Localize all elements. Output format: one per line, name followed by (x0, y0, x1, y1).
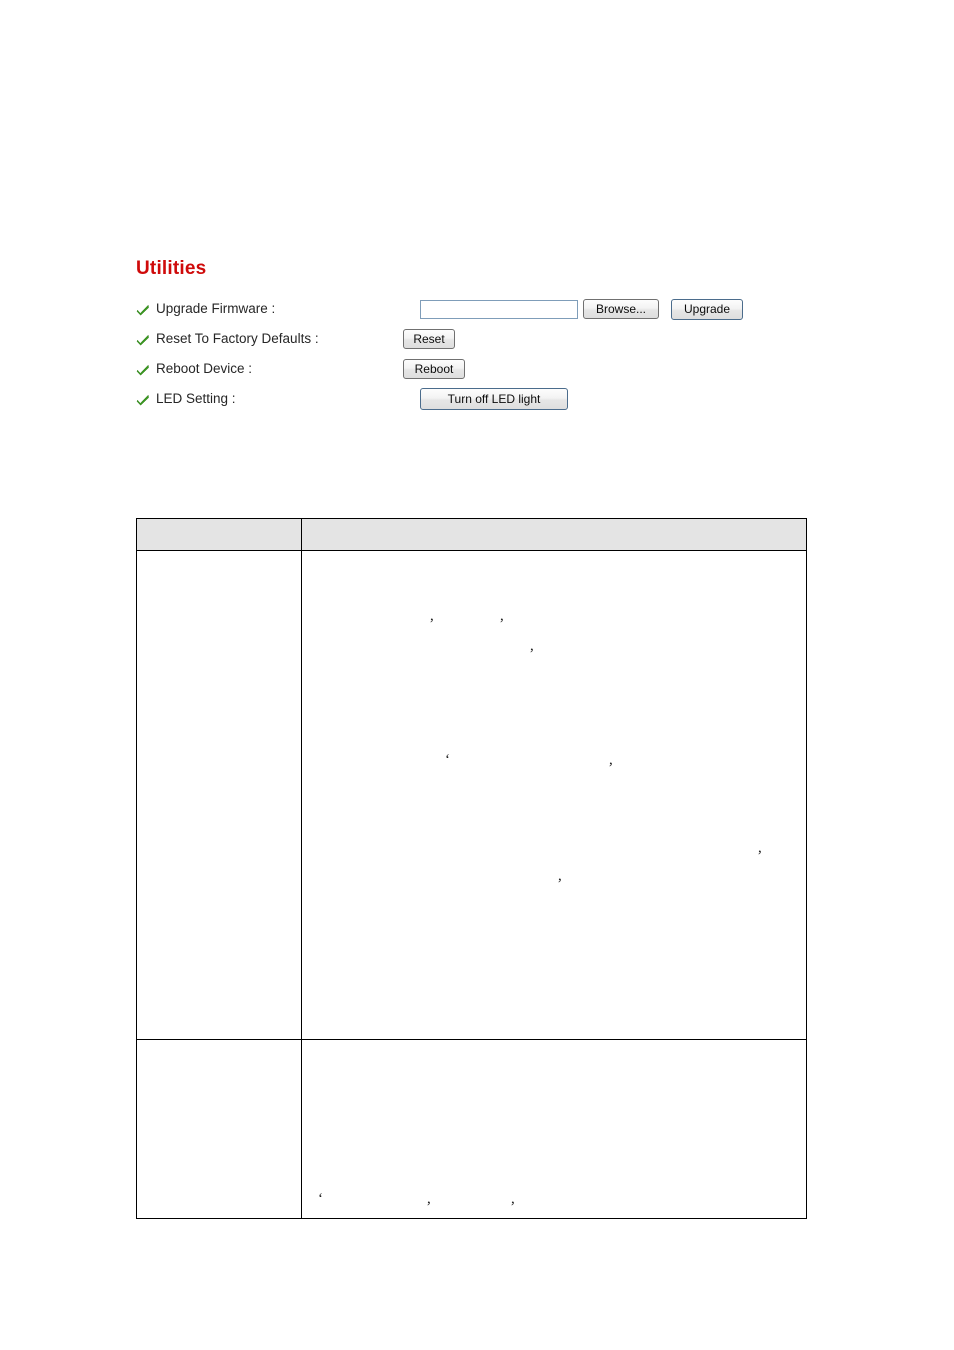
table-cell-description: ,,, ‘,,, (301, 550, 807, 1040)
table-cell-term (136, 1039, 302, 1219)
table-cell-term (136, 550, 302, 1040)
document-page: Utilities Upgrade Firmware : Browse... U… (0, 0, 954, 1350)
upgrade-button[interactable]: Upgrade (671, 298, 743, 320)
stray-punctuation-mark: , (427, 1191, 431, 1207)
browse-button[interactable]: Browse... (583, 299, 659, 319)
green-check-icon (136, 393, 150, 407)
setting-label-reboot-device: Reboot Device : (156, 361, 253, 376)
table-header-term (136, 518, 302, 551)
green-check-icon (136, 333, 150, 347)
reset-controls: Reset (403, 329, 455, 349)
setting-label-upgrade-firmware: Upgrade Firmware : (156, 301, 276, 316)
reboot-button[interactable]: Reboot (403, 359, 465, 379)
green-check-icon (136, 303, 150, 317)
setting-row-upgrade-firmware: Upgrade Firmware : Browse... Upgrade (136, 294, 816, 324)
reboot-controls: Reboot (403, 359, 465, 379)
setting-row-led-setting: LED Setting : Turn off LED light (136, 384, 816, 414)
table-row: ‘,, (136, 1039, 807, 1219)
page-title: Utilities (136, 258, 207, 279)
table-row: ,,, ‘,,, (136, 550, 807, 1040)
table-cell-description: ‘,, (301, 1039, 807, 1219)
utilities-panel: Utilities Upgrade Firmware : Browse... U… (136, 258, 816, 414)
led-controls: Turn off LED light (420, 388, 568, 410)
upgrade-firmware-controls: Browse... Upgrade (420, 298, 743, 320)
stray-punctuation-mark: , (511, 1191, 515, 1207)
stray-punctuation-mark: , (530, 638, 534, 654)
stray-punctuation-mark: , (430, 608, 434, 624)
green-check-icon (136, 363, 150, 377)
description-table: ,,, ‘,,, ‘,, (136, 518, 807, 1219)
stray-punctuation-mark: ‘ (445, 752, 450, 768)
setting-label-reset-factory-defaults: Reset To Factory Defaults : (156, 331, 319, 346)
stray-punctuation-mark: , (609, 752, 613, 768)
turn-off-led-light-button[interactable]: Turn off LED light (420, 388, 568, 410)
firmware-file-input[interactable] (420, 299, 578, 319)
stray-punctuation-mark: , (758, 840, 762, 856)
table-header-row (136, 518, 807, 551)
setting-label-led-setting: LED Setting : (156, 391, 236, 406)
setting-row-reboot-device: Reboot Device : Reboot (136, 354, 816, 384)
stray-punctuation-mark: , (558, 868, 562, 884)
table-header-description (301, 518, 807, 551)
reset-button[interactable]: Reset (403, 329, 455, 349)
setting-row-reset-factory-defaults: Reset To Factory Defaults : Reset (136, 324, 816, 354)
stray-punctuation-mark: , (500, 608, 504, 624)
stray-punctuation-mark: ‘ (318, 1191, 323, 1207)
